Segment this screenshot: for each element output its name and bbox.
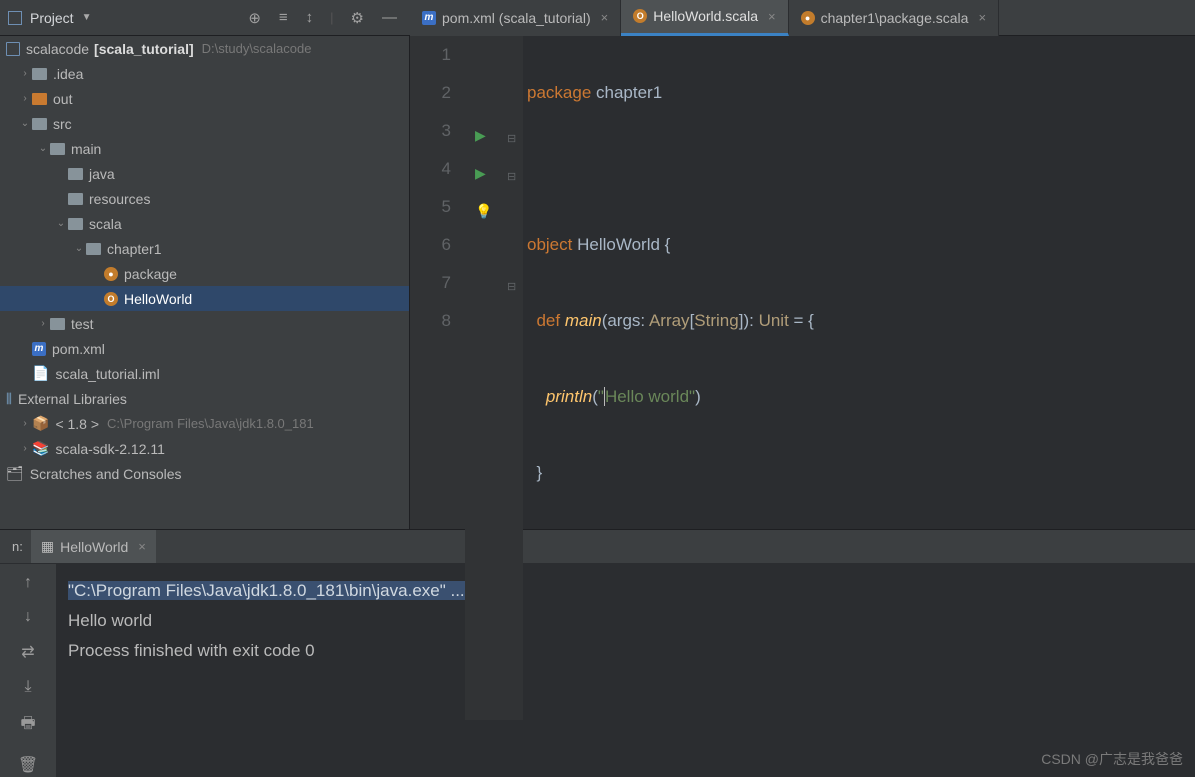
folder-icon — [32, 93, 47, 105]
libraries-icon: ⫼ — [6, 391, 12, 407]
chevron-right-icon[interactable]: › — [18, 68, 32, 79]
project-dropdown-icon[interactable]: ▼ — [82, 12, 92, 23]
run-icon[interactable]: ▶ — [475, 154, 486, 192]
folder-icon — [50, 143, 65, 155]
fold-icon[interactable]: ⊟ — [507, 158, 516, 196]
tree-src[interactable]: ⌄ src — [0, 111, 409, 136]
console-output[interactable]: "C:\Program Files\Java\jdk1.8.0_181\bin\… — [56, 564, 1195, 777]
maven-icon: m — [32, 342, 46, 356]
folder-icon — [32, 68, 47, 80]
iml-icon: 📄 — [32, 365, 49, 382]
tree-helloworld[interactable]: O HelloWorld — [0, 286, 409, 311]
exit-line: Process finished with exit code 0 — [68, 636, 1195, 666]
run-tab[interactable]: ▦ HelloWorld × — [31, 530, 156, 563]
folder-icon — [68, 168, 83, 180]
tree-chapter1[interactable]: ⌄ chapter1 — [0, 236, 409, 261]
project-title[interactable]: Project — [30, 10, 74, 26]
tab-helloworld[interactable]: O HelloWorld.scala × — [621, 0, 788, 36]
tree-test[interactable]: › test — [0, 311, 409, 336]
stdout-line: Hello world — [68, 606, 1195, 636]
chevron-right-icon[interactable]: › — [18, 443, 32, 454]
command-line: "C:\Program Files\Java\jdk1.8.0_181\bin\… — [68, 581, 465, 600]
folder-icon — [68, 218, 83, 230]
sdk-icon: 📚 — [32, 440, 49, 457]
chevron-down-icon[interactable]: ⌄ — [54, 218, 68, 229]
gear-icon[interactable]: ⚙ — [346, 9, 369, 27]
run-tool-window: n: ▦ HelloWorld × ↑ ↓ ⇄ ⤓ 🖶 🗑 "C:\Progra… — [0, 529, 1195, 777]
watermark: CSDN @广志是我爸爸 — [1041, 749, 1183, 769]
chevron-right-icon[interactable]: › — [18, 418, 32, 429]
down-icon[interactable]: ↓ — [24, 608, 32, 626]
trash-icon[interactable]: 🗑 — [18, 755, 38, 775]
tree-jdk[interactable]: › 📦 < 1.8 > C:\Program Files\Java\jdk1.8… — [0, 411, 409, 436]
module-name: [scala_tutorial] — [94, 41, 194, 57]
tree-java[interactable]: java — [0, 161, 409, 186]
scala-object-icon: O — [633, 9, 647, 23]
tab-label: HelloWorld.scala — [653, 8, 758, 24]
folder-icon — [50, 318, 65, 330]
intention-bulb-icon[interactable]: 💡 — [475, 192, 492, 230]
tree-pom[interactable]: m pom.xml — [0, 336, 409, 361]
run-toolbar: ↑ ↓ ⇄ ⤓ 🖶 🗑 — [0, 564, 56, 777]
tree-resources[interactable]: resources — [0, 186, 409, 211]
run-icon[interactable]: ▶ — [475, 116, 486, 154]
folder-icon — [68, 193, 83, 205]
fold-end-icon[interactable]: ⊟ — [507, 268, 516, 306]
root-label: scalacode — [26, 41, 89, 57]
tree-idea[interactable]: › .idea — [0, 61, 409, 86]
wrap-icon[interactable]: ⇄ — [21, 642, 34, 662]
root-path: D:\study\scalacode — [202, 41, 312, 56]
editor: 12345678 ▶ ▶ 💡 ⊟ ⊟ ⊟ package chapter1 ob… — [410, 36, 1195, 529]
run-config-icon: ▦ — [41, 538, 54, 555]
folder-icon — [32, 118, 47, 130]
up-icon[interactable]: ↑ — [24, 574, 32, 592]
close-icon[interactable]: × — [597, 10, 609, 25]
scroll-icon[interactable]: ⤓ — [24, 678, 31, 696]
run-label: n: — [4, 539, 31, 554]
chevron-down-icon[interactable]: ⌄ — [36, 143, 50, 154]
scratches-icon: 🗂 — [6, 465, 24, 482]
tab-label: chapter1\package.scala — [821, 10, 969, 26]
fold-column: ⊟ ⊟ ⊟ — [505, 36, 523, 720]
minimize-icon[interactable]: — — [377, 9, 402, 26]
tree-main[interactable]: ⌄ main — [0, 136, 409, 161]
tree-scala[interactable]: ⌄ scala — [0, 211, 409, 236]
project-tool-icon — [8, 11, 22, 25]
editor-tabs: m pom.xml (scala_tutorial) × O HelloWorl… — [410, 0, 999, 36]
tree-iml[interactable]: 📄 scala_tutorial.iml — [0, 361, 409, 386]
close-icon[interactable]: × — [974, 10, 986, 25]
package-folder-icon — [86, 243, 101, 255]
chevron-right-icon[interactable]: › — [36, 318, 50, 329]
fold-icon[interactable]: ⊟ — [507, 120, 516, 158]
scala-package-icon: ● — [801, 11, 815, 25]
chevron-right-icon[interactable]: › — [18, 93, 32, 104]
topbar: Project ▼ ⊕ ≡ ↕ | ⚙ — m pom.xml (scala_t… — [0, 0, 1195, 36]
tree-package[interactable]: ● package — [0, 261, 409, 286]
tab-label: pom.xml (scala_tutorial) — [442, 10, 591, 26]
scala-package-icon: ● — [104, 267, 118, 281]
project-tree[interactable]: scalacode [scala_tutorial] D:\study\scal… — [0, 36, 410, 529]
close-icon[interactable]: × — [134, 539, 146, 554]
scala-object-icon: O — [104, 292, 118, 306]
module-icon — [6, 42, 20, 56]
jdk-icon: 📦 — [32, 415, 49, 432]
tree-ext-libraries[interactable]: ⫼ External Libraries — [0, 386, 409, 411]
tree-scala-sdk[interactable]: › 📚 scala-sdk-2.12.11 — [0, 436, 409, 461]
locate-icon[interactable]: ⊕ — [243, 9, 266, 27]
close-icon[interactable]: × — [764, 9, 776, 24]
tab-pom[interactable]: m pom.xml (scala_tutorial) × — [410, 0, 621, 36]
chevron-down-icon[interactable]: ⌄ — [72, 243, 86, 254]
sort-icon[interactable]: ↕ — [301, 9, 319, 26]
tree-root[interactable]: scalacode [scala_tutorial] D:\study\scal… — [0, 36, 409, 61]
chevron-down-icon[interactable]: ⌄ — [18, 118, 32, 129]
gutter-icons: ▶ ▶ 💡 — [465, 36, 505, 720]
tree-scratches[interactable]: 🗂 Scratches and Consoles — [0, 461, 409, 486]
expand-icon[interactable]: ≡ — [274, 9, 293, 26]
separator: | — [326, 10, 337, 25]
maven-icon: m — [422, 11, 436, 25]
print-icon[interactable]: 🖶 — [20, 712, 35, 739]
tree-out[interactable]: › out — [0, 86, 409, 111]
tab-package[interactable]: ● chapter1\package.scala × — [789, 0, 999, 36]
